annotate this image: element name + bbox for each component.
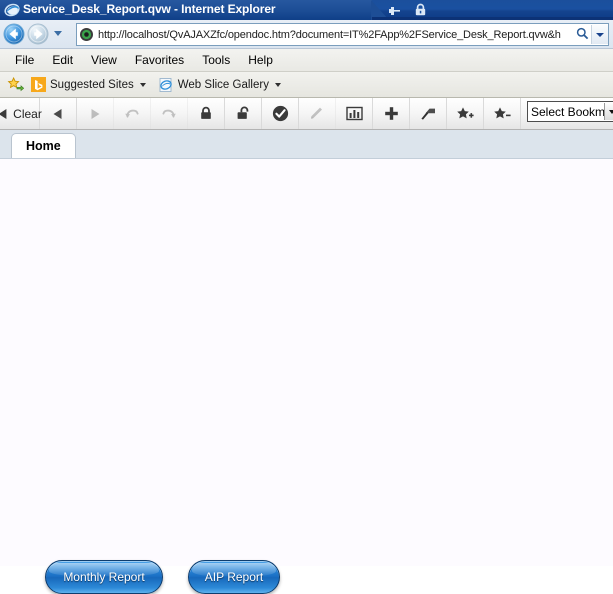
plus-icon (384, 106, 399, 121)
recent-pages-chevron-icon[interactable] (54, 31, 62, 36)
magic-wand-icon (420, 106, 437, 121)
sheet-tab-strip: Home (0, 130, 613, 159)
chevron-down-icon[interactable] (274, 82, 281, 87)
remove-bookmark-button[interactable] (484, 98, 521, 129)
dropdown-arrow-icon[interactable] (604, 103, 613, 120)
menu-item-help[interactable]: Help (239, 51, 282, 69)
pin-icon[interactable] (388, 4, 401, 17)
sheet-tab-home[interactable]: Home (11, 133, 76, 158)
menu-item-tools[interactable]: Tools (193, 51, 239, 69)
monthly-report-button[interactable]: Monthly Report (45, 560, 163, 594)
undo-icon (124, 107, 140, 121)
sheet-content-area: Monthly Report AIP Report (0, 159, 613, 594)
internet-explorer-logo (4, 2, 20, 18)
monthly-report-button-label: Monthly Report (63, 570, 145, 584)
lock-open-icon (236, 106, 251, 121)
chevron-down-icon[interactable] (139, 82, 146, 87)
internet-explorer-icon (158, 77, 174, 93)
redo-button[interactable] (151, 98, 188, 129)
clear-button-label: Clear (13, 106, 42, 121)
back-button[interactable] (40, 98, 77, 129)
unlock-button[interactable] (225, 98, 262, 129)
favorites-item-label: Suggested Sites (50, 78, 134, 91)
bookmark-select-value: Select Bookmark (531, 104, 604, 119)
menu-item-edit[interactable]: Edit (43, 51, 82, 69)
menu-item-view[interactable]: View (82, 51, 126, 69)
step-back-icon (51, 107, 65, 121)
aip-report-button-label: AIP Report (204, 570, 264, 584)
check-circle-icon (272, 105, 289, 122)
lock-closed-icon (199, 106, 213, 121)
menu-bar: File Edit View Favorites Tools Help (0, 49, 613, 72)
address-input[interactable]: http://localhost/QvAJAXZfc/opendoc.htm?d… (76, 23, 609, 46)
site-favicon (79, 27, 94, 42)
favorites-item-web-slice-gallery[interactable]: Web Slice Gallery (154, 76, 285, 94)
favorites-item-label: Web Slice Gallery (177, 78, 269, 91)
lock-button[interactable] (188, 98, 225, 129)
address-url-text: http://localhost/QvAJAXZfc/opendoc.htm?d… (98, 28, 561, 41)
current-selections-button[interactable] (262, 98, 299, 129)
clear-button[interactable]: Clear (0, 98, 42, 129)
highlight-button[interactable] (410, 98, 447, 129)
aip-report-button[interactable]: AIP Report (188, 560, 280, 594)
address-dropdown-icon[interactable] (591, 25, 608, 44)
chart-button[interactable] (336, 98, 373, 129)
add-button[interactable] (373, 98, 410, 129)
clear-selections-icon (0, 107, 9, 121)
menu-item-file[interactable]: File (6, 51, 43, 69)
window-title-bar: Service_Desk_Report.qvw - Internet Explo… (0, 0, 613, 20)
favorites-bar: Suggested Sites Web Slice Gallery (0, 72, 613, 98)
window-title-text: Service_Desk_Report.qvw - Internet Explo… (23, 2, 276, 16)
menu-item-favorites[interactable]: Favorites (126, 51, 193, 69)
forward-button[interactable] (77, 98, 114, 129)
title-bar-icons (388, 3, 427, 17)
star-add-icon (456, 106, 474, 122)
step-forward-icon (88, 107, 102, 121)
add-bookmark-button[interactable] (447, 98, 484, 129)
lock-icon[interactable] (414, 3, 427, 17)
undo-button[interactable] (114, 98, 151, 129)
bookmark-select[interactable]: Select Bookmark (527, 101, 613, 122)
pencil-icon (309, 106, 325, 121)
bing-icon (31, 77, 46, 92)
favorites-item-suggested-sites[interactable]: Suggested Sites (27, 76, 150, 93)
star-remove-icon (493, 106, 511, 122)
annotate-button[interactable] (299, 98, 336, 129)
bar-chart-icon (345, 106, 363, 121)
add-to-favorites-star-icon[interactable] (7, 76, 25, 93)
redo-icon (161, 107, 177, 121)
forward-button[interactable] (27, 23, 49, 45)
qlikview-toolbar: Clear Select Bookm (0, 98, 613, 130)
browser-address-bar: http://localhost/QvAJAXZfc/opendoc.htm?d… (0, 20, 613, 49)
back-button[interactable] (3, 23, 25, 45)
search-icon[interactable] (573, 27, 591, 43)
